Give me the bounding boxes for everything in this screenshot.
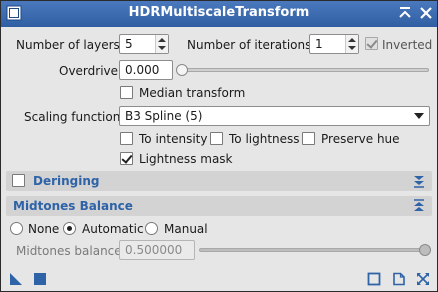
deringing-title[interactable]: Deringing (33, 174, 100, 188)
window-title: HDRMultiscaleTransform (128, 5, 310, 20)
preserve-hue-label: Preserve hue (321, 132, 400, 146)
deringing-section-bar[interactable]: Deringing (6, 171, 432, 191)
overdrive-value[interactable]: 0.000 (125, 63, 159, 77)
to-intensity-label: To intensity (139, 132, 208, 146)
iterations-value[interactable]: 1 (315, 37, 323, 51)
midtones-section-bar[interactable]: Midtones Balance (6, 196, 432, 216)
inverted-checkbox[interactable] (365, 37, 378, 50)
midtones-manual-radio[interactable] (145, 222, 158, 235)
midtones-balance-slider-track[interactable] (199, 248, 429, 252)
overdrive-slider-track[interactable] (179, 68, 429, 72)
layers-value[interactable]: 5 (125, 37, 133, 51)
lightness-mask-checkbox[interactable] (120, 152, 133, 165)
midtones-automatic-label: Automatic (82, 222, 144, 236)
close-icon[interactable] (418, 5, 434, 21)
hdr-multiscale-transform-window: HDRMultiscaleTransform Number of layers:… (0, 0, 438, 292)
to-lightness-checkbox[interactable] (210, 132, 223, 145)
new-instance-icon[interactable] (9, 272, 23, 286)
midtones-balance-slider-handle[interactable] (419, 244, 431, 256)
midtones-balance-value[interactable]: 0.500000 (125, 243, 182, 257)
overdrive-label: Overdrive: (59, 64, 123, 78)
iterations-spin-arrows[interactable] (345, 35, 358, 53)
median-transform-checkbox[interactable] (120, 86, 133, 99)
layers-spinbox[interactable]: 5 (119, 34, 169, 54)
spin-up-icon[interactable] (158, 38, 166, 42)
iterations-label: Number of iterations: (187, 38, 316, 52)
midtones-balance-label: Midtones balance: (16, 244, 126, 258)
midtones-manual-label: Manual (164, 222, 208, 236)
layers-label: Number of layers: (16, 38, 124, 52)
lightness-mask-label: Lightness mask (139, 152, 233, 166)
chevron-down-icon[interactable] (414, 113, 424, 119)
preserve-hue-checkbox[interactable] (302, 132, 315, 145)
overdrive-input[interactable]: 0.000 (119, 60, 173, 80)
inverted-label: Inverted (382, 38, 433, 52)
midtones-balance-input[interactable]: 0.500000 (119, 240, 195, 260)
scaling-function-select[interactable]: B3 Spline (5) (119, 106, 430, 126)
layers-spin-arrows[interactable] (155, 35, 168, 53)
preview-icon[interactable] (367, 272, 381, 286)
spin-up-icon[interactable] (348, 38, 356, 42)
median-transform-label: Median transform (139, 86, 246, 100)
to-lightness-label: To lightness (229, 132, 300, 146)
collapse-section-icon[interactable] (412, 199, 426, 213)
spin-down-icon[interactable] (158, 46, 166, 50)
expand-section-icon[interactable] (412, 174, 426, 188)
midtones-automatic-radio[interactable] (63, 222, 76, 235)
expand-icon[interactable] (416, 272, 430, 286)
midtones-none-label: None (28, 222, 60, 236)
reset-icon[interactable] (392, 272, 406, 286)
deringing-checkbox[interactable] (12, 174, 25, 187)
scaling-function-label: Scaling function: (24, 110, 125, 124)
collapse-icon[interactable] (397, 5, 413, 21)
overdrive-slider-handle[interactable] (176, 64, 188, 76)
to-intensity-checkbox[interactable] (120, 132, 133, 145)
midtones-title[interactable]: Midtones Balance (13, 199, 133, 213)
title-bar[interactable]: HDRMultiscaleTransform (1, 1, 437, 27)
iterations-spinbox[interactable]: 1 (309, 34, 359, 54)
apply-icon[interactable] (33, 272, 47, 286)
scaling-function-value: B3 Spline (5) (125, 109, 203, 123)
midtones-none-radio[interactable] (10, 222, 23, 235)
spin-down-icon[interactable] (348, 46, 356, 50)
